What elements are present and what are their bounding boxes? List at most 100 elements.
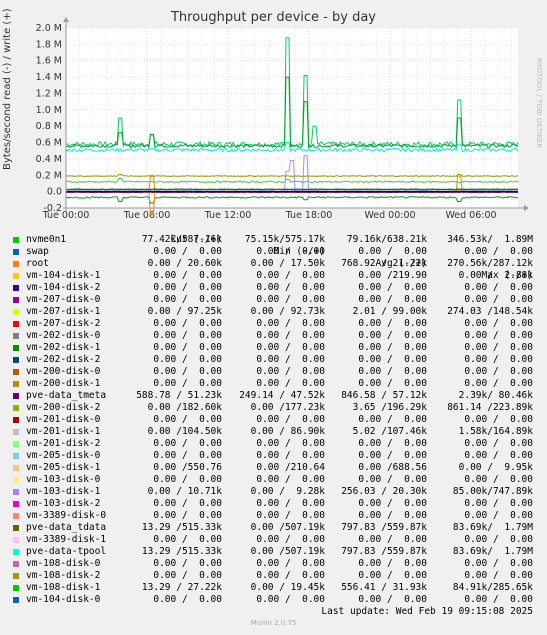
legend-min: 0.00 / 0.00 xyxy=(256,354,325,365)
legend-swatch xyxy=(13,393,19,399)
legend-max: 0.00 / 0.00 xyxy=(464,438,533,449)
legend-swatch xyxy=(13,477,19,483)
legend-name: vm-200-disk-1 xyxy=(26,378,101,389)
legend-cur: 0.00 / 0.00 xyxy=(153,330,222,341)
legend-swatch xyxy=(13,297,19,303)
y-tick-label: 1.6 M xyxy=(36,56,62,67)
legend-cur: 0.00 / 10.71k xyxy=(147,486,222,497)
legend-cur: 0.00 / 0.00 xyxy=(153,354,222,365)
legend-max: 861.14 /223.89k xyxy=(447,402,533,413)
legend-cur: 0.00 / 0.00 xyxy=(153,570,222,581)
x-tick-label: Tue 00:00 xyxy=(42,210,90,221)
legend-cur: 0.00 / 0.00 xyxy=(153,438,222,449)
y-tick-label: 1.8 M xyxy=(36,39,62,50)
x-tick-label: Wed 06:00 xyxy=(445,210,496,221)
legend-max: 0.00 / 0.00 xyxy=(464,330,533,341)
x-tick-label: Wed 00:00 xyxy=(364,210,415,221)
legend-swatch xyxy=(13,249,19,255)
legend-max: 274.03 /148.54k xyxy=(447,306,533,317)
legend-max: 0.00 / 0.00 xyxy=(464,414,533,425)
legend-min: 0.00 / 0.00 xyxy=(256,270,325,281)
legend-min: 0.00 / 0.00 xyxy=(256,282,325,293)
legend-avg: 0.00 / 0.00 xyxy=(358,570,427,581)
legend-max: 0.00 / 0.00 xyxy=(464,558,533,569)
legend-row: pve-data_tmeta 588.78 / 51.23k 249.14 / 47… xyxy=(0,390,547,402)
legend-row: vm-103-disk-0 0.00 / 0.00 0.00 / 0.00 0.00 … xyxy=(0,474,547,486)
legend-min: 0.00 /177.23k xyxy=(250,402,325,413)
legend-swatch xyxy=(13,453,19,459)
legend-cur: 0.00 / 0.00 xyxy=(153,378,222,389)
legend-name: vm-202-disk-0 xyxy=(26,330,101,341)
legend-row: swap 0.00 / 0.00 0.00 / 0.00 0.00 / 0.00 0.0… xyxy=(0,246,547,258)
legend-max: 0.00 / 9.95k xyxy=(458,462,533,473)
legend-swatch xyxy=(13,357,19,363)
legend-avg: 0.00 /219.90 xyxy=(358,270,427,281)
legend-header: Cur (-/+) Min (-/+) Avg (-/+) Max (-/+) xyxy=(0,222,547,281)
legend-avg: 0.00 /688.56 xyxy=(358,462,427,473)
legend-min: 0.00 / 0.00 xyxy=(256,342,325,353)
legend-swatch xyxy=(13,369,19,375)
legend-max: 85.00k/747.89k xyxy=(452,486,533,497)
legend-avg: 768.92 / 21.22k xyxy=(341,258,427,269)
y-tick-label: 0.2 M xyxy=(36,170,62,181)
legend-cur: 0.00 / 0.00 xyxy=(153,558,222,569)
legend-min: 0.00 / 0.00 xyxy=(256,570,325,581)
legend-avg: 556.41 / 31.93k xyxy=(341,582,427,593)
legend-min: 0.00 / 0.00 xyxy=(256,558,325,569)
legend-max: 0.00 / 0.00 xyxy=(464,534,533,545)
legend-avg: 0.00 / 0.00 xyxy=(358,342,427,353)
legend-row: vm-200-disk-0 0.00 / 0.00 0.00 / 0.00 0.00 … xyxy=(0,366,547,378)
legend-min: 0.00 / 9.28k xyxy=(250,486,325,497)
legend-name: vm-104-disk-1 xyxy=(26,270,101,281)
legend-swatch xyxy=(13,573,19,579)
legend-cur: 0.00 / 0.00 xyxy=(153,474,222,485)
legend-name: pve-data_tdata xyxy=(26,522,107,533)
y-tick-label: 0.0 xyxy=(47,187,62,198)
legend-row: vm-202-disk-0 0.00 / 0.00 0.00 / 0.00 0.00 … xyxy=(0,330,547,342)
legend-row: root 0.00 / 20.60k 0.00 / 17.50k 768.92 / 2… xyxy=(0,258,547,270)
legend-row: vm-201-disk-2 0.00 / 0.00 0.00 / 0.00 0.00 … xyxy=(0,438,547,450)
legend-min: 249.14 / 47.52k xyxy=(239,390,325,401)
legend-name: vm-207-disk-1 xyxy=(26,306,101,317)
legend-cur: 0.00 / 97.25k xyxy=(147,306,222,317)
y-tick-label: 0.8 M xyxy=(36,121,62,132)
legend-avg: 0.00 / 0.00 xyxy=(358,450,427,461)
legend-name: vm-108-disk-2 xyxy=(26,570,101,581)
legend-min: 0.00 / 17.50k xyxy=(250,258,325,269)
legend-avg: 0.00 / 0.00 xyxy=(358,414,427,425)
legend-max: 0.00 / 0.00 xyxy=(464,246,533,257)
legend-row: pve-data-tpool 13.29 /515.33k 0.00 /507.19… xyxy=(0,546,547,558)
legend-swatch xyxy=(13,525,19,531)
legend-min: 0.00 /507.19k xyxy=(250,522,325,533)
legend-name: vm-108-disk-1 xyxy=(26,582,101,593)
legend-min: 0.00 / 0.00 xyxy=(256,330,325,341)
legend-avg: 0.00 / 0.00 xyxy=(358,558,427,569)
legend-name: vm-3389-disk-0 xyxy=(26,510,107,521)
y-tick-label: 1.0 M xyxy=(36,105,62,116)
legend-min: 0.00 / 0.00 xyxy=(256,510,325,521)
legend-row: vm-103-disk-2 0.00 / 0.00 0.00 / 0.00 0.00 … xyxy=(0,498,547,510)
legend-swatch xyxy=(13,561,19,567)
legend-max: 84.91k/285.65k xyxy=(452,582,533,593)
legend-cur: 0.00 / 0.00 xyxy=(153,246,222,257)
legend-max: 0.00 / 0.00 xyxy=(464,510,533,521)
series-line xyxy=(65,188,519,190)
legend-name: nvme0n1 xyxy=(26,234,67,245)
legend-row: pve-data_tdata 13.29 /515.33k 0.00 /507.19… xyxy=(0,522,547,534)
legend-row: vm-104-disk-0 0.00 / 0.00 0.00 / 0.00 0.00 … xyxy=(0,594,547,606)
legend-avg: 846.58 / 57.12k xyxy=(341,390,427,401)
legend-max: 270.56k/287.12k xyxy=(447,258,533,269)
legend-avg: 0.00 / 0.00 xyxy=(358,438,427,449)
legend-max: 0.00 / 0.00 xyxy=(464,594,533,605)
legend-max: 0.00 / 0.00 xyxy=(464,570,533,581)
legend-row: vm-3389-disk-1 0.00 / 0.00 0.00 / 0.00 0.00… xyxy=(0,534,547,546)
legend-name: vm-207-disk-2 xyxy=(26,318,101,329)
legend-cur: 0.00 / 0.00 xyxy=(153,282,222,293)
legend-max: 0.00 / 0.00 xyxy=(464,378,533,389)
legend-avg: 0.00 / 0.00 xyxy=(358,330,427,341)
legend-cur: 0.00 / 0.00 xyxy=(153,294,222,305)
legend-avg: 79.16k/638.21k xyxy=(346,234,427,245)
legend-name: vm-202-disk-2 xyxy=(26,354,101,365)
legend-min: 0.00 / 0.00 xyxy=(256,366,325,377)
legend-row: vm-104-disk-1 0.00 / 0.00 0.00 / 0.00 0.00 … xyxy=(0,270,547,282)
